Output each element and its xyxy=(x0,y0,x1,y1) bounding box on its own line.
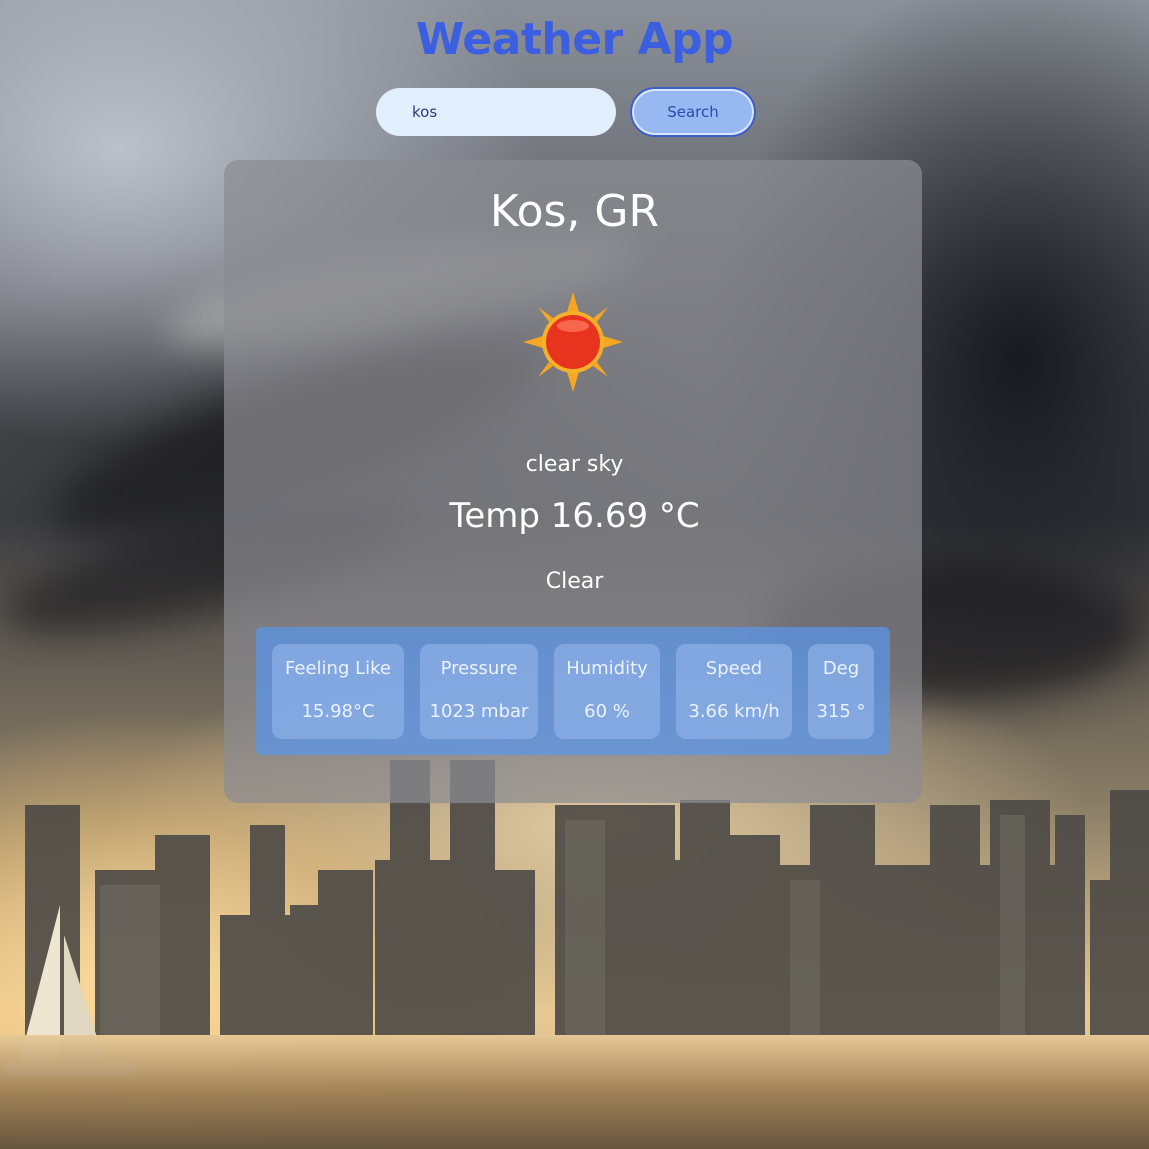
search-button[interactable]: Search xyxy=(630,87,756,137)
detail-label: Feeling Like xyxy=(285,658,391,679)
detail-tile-deg: Deg 315 ° xyxy=(808,644,874,739)
detail-value: 60 % xyxy=(584,701,630,722)
detail-tile-speed: Speed 3.66 km/h xyxy=(676,644,792,739)
detail-tile-humidity: Humidity 60 % xyxy=(554,644,660,739)
weather-description: clear sky xyxy=(525,452,624,477)
sun-icon xyxy=(523,292,623,392)
search-bar: Search xyxy=(376,87,756,137)
app-title: Weather App xyxy=(415,14,734,65)
water-reflection xyxy=(0,1035,1149,1149)
temperature: Temp 16.69 °C xyxy=(449,496,700,536)
detail-value: 315 ° xyxy=(816,701,866,722)
search-input[interactable] xyxy=(376,88,616,136)
detail-value: 3.66 km/h xyxy=(688,701,780,722)
city-name: Kos, GR xyxy=(489,186,660,237)
detail-label: Deg xyxy=(822,658,860,679)
detail-value: 15.98°C xyxy=(301,701,375,722)
detail-label: Pressure xyxy=(440,658,518,679)
detail-label: Speed xyxy=(705,658,763,679)
weather-main: Clear xyxy=(545,569,604,594)
detail-label: Humidity xyxy=(566,658,648,679)
detail-tile-pressure: Pressure 1023 mbar xyxy=(420,644,538,739)
detail-tile-feeling-like: Feeling Like 15.98°C xyxy=(272,644,404,739)
detail-value: 1023 mbar xyxy=(429,701,529,722)
